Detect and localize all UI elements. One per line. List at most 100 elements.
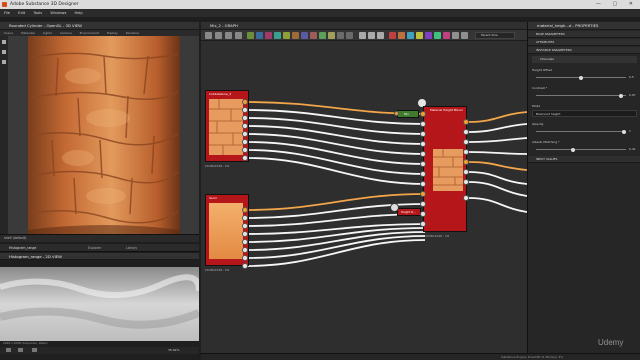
node-cobblestone-title: Cobblestone_3 <box>209 92 232 96</box>
node-sand-output-7[interactable] <box>242 255 248 261</box>
param-contrast-knob[interactable] <box>619 93 624 98</box>
view3d-menu-materials[interactable]: Materials <box>21 31 35 35</box>
param-albedo-slider[interactable] <box>536 147 626 152</box>
node-cobblestone-output-8[interactable] <box>242 155 248 161</box>
display-mode-icon[interactable] <box>6 348 11 352</box>
param-height-offset-value[interactable]: 0.5 <box>629 75 634 79</box>
node-mhb-input-9[interactable] <box>420 191 426 197</box>
node-mhb-input-5[interactable] <box>420 151 426 157</box>
view3d-menu-display[interactable]: Display <box>107 31 118 35</box>
node-mhb-output-4[interactable] <box>463 149 469 155</box>
shelf-tab[interactable]: shelf (default) <box>4 236 26 240</box>
properties-header: material_heigh...d - PROPERTIES <box>528 22 640 30</box>
node-cobblestone-output-5[interactable] <box>242 131 248 137</box>
node-mhb-input-6[interactable] <box>420 161 426 167</box>
blend-texture <box>433 149 463 186</box>
node-mhb-output-1[interactable] <box>463 119 469 125</box>
view3d-menu-lights[interactable]: Lights <box>43 31 52 35</box>
menu-tools[interactable]: Tools <box>33 11 42 15</box>
node-sand-output-3[interactable] <box>242 223 248 229</box>
export-icon[interactable] <box>32 348 37 352</box>
lower-tab-bar: Histogram_range Explorer Library <box>0 244 199 252</box>
section-attributes[interactable]: ATTRIBUTES <box>528 39 640 46</box>
node-sand-output-basecolor[interactable] <box>242 207 248 213</box>
param-mode-value: Balanced height <box>536 112 561 116</box>
window-controls[interactable]: — ▢ ✕ <box>596 0 638 9</box>
cylinder-render <box>28 36 180 242</box>
menu-bar: File Edit Tools Windows Help <box>0 9 640 17</box>
node-sand-output-2[interactable] <box>242 215 248 221</box>
properties-title: material_heigh...d - PROPERTIES <box>537 23 599 28</box>
menu-windows[interactable]: Windows <box>50 11 66 15</box>
param-mode-dropdown[interactable]: Balanced height <box>532 110 637 117</box>
node-sand-output-5[interactable] <box>242 239 248 245</box>
view3d-menu-environment[interactable]: Environment <box>80 31 99 35</box>
node-mix-input[interactable] <box>394 111 399 116</box>
node-cobblestone-output-6[interactable] <box>242 139 248 145</box>
param-albedo-value[interactable]: 0.41 <box>629 147 636 151</box>
channel-icon[interactable] <box>18 348 23 352</box>
node-cobblestone-output-7[interactable] <box>242 147 248 153</box>
node-mhb-input-1[interactable] <box>420 111 426 117</box>
node-sand-output-4[interactable] <box>242 231 248 237</box>
node-mhb-output-8[interactable] <box>463 195 469 201</box>
param-opacity-value[interactable]: 1 <box>629 129 631 133</box>
view3d-viewport[interactable] <box>8 36 199 242</box>
node-cobblestone-output-4[interactable] <box>242 123 248 129</box>
section-base-parameters[interactable]: BASE PARAMETERS <box>528 31 640 38</box>
node-mhb-input-11[interactable] <box>420 211 426 217</box>
node-mix[interactable]: Mix <box>397 110 419 118</box>
zoom-level[interactable]: 35.02% <box>168 348 179 352</box>
node-mhb-input-7[interactable] <box>420 171 426 177</box>
param-contrast-value[interactable]: 0.97 <box>629 93 636 97</box>
param-contrast-slider[interactable] <box>536 93 626 98</box>
light-tool-icon[interactable] <box>2 60 6 64</box>
camera-tool-icon[interactable] <box>2 50 6 54</box>
section-instance-parameters[interactable]: INSTANCE PARAMETERS <box>528 47 640 54</box>
node-mhb-title: Material Height Blend <box>430 108 463 112</box>
param-height-offset-slider[interactable] <box>536 75 626 80</box>
menu-edit[interactable]: Edit <box>18 11 25 15</box>
param-opacity-slider[interactable] <box>536 129 626 134</box>
view2d-panel: Histogram_range - 2D VIEW 2048 x 2048 (G… <box>0 253 202 360</box>
view3d-menu-scene[interactable]: Scene <box>4 31 13 35</box>
section-input-values[interactable]: INPUT VALUES <box>528 156 640 163</box>
menu-file[interactable]: File <box>4 11 10 15</box>
param-height-offset-knob[interactable] <box>579 75 583 80</box>
node-mhb-input-3[interactable] <box>420 131 426 137</box>
node-cobblestone-output-3[interactable] <box>242 115 248 121</box>
param-albedo-knob[interactable] <box>571 147 576 152</box>
tab-explorer[interactable]: Explorer <box>88 246 101 250</box>
view2d-viewport[interactable] <box>0 267 202 341</box>
node-cobblestone-output-2[interactable] <box>242 107 248 113</box>
view3d-menu-camera[interactable]: Camera <box>60 31 72 35</box>
node-height-r[interactable]: Height R... <box>397 208 421 216</box>
tab-library[interactable]: Library <box>126 246 137 250</box>
node-height-r-title: Height R... <box>401 210 416 214</box>
node-mhb-output-6[interactable] <box>463 169 469 175</box>
node-mhb-input-2[interactable] <box>420 121 426 127</box>
node-mhb-output-3[interactable] <box>463 139 469 145</box>
node-material-height-blend[interactable]: Material Height Blend <box>423 106 467 232</box>
node-mhb-input-4[interactable] <box>420 141 426 147</box>
param-opacity-knob[interactable] <box>622 129 626 134</box>
node-mhb-input-8[interactable] <box>420 181 426 187</box>
tab-histogram-range[interactable]: Histogram_range <box>9 246 36 250</box>
param-contrast-label: Contrast * <box>532 86 548 90</box>
view3d-menu-renderer[interactable]: Renderer <box>126 31 140 35</box>
node-mhb-output-2[interactable] <box>463 129 469 135</box>
node-mhb-input-12[interactable] <box>420 221 426 227</box>
node-cobblestone-output-basecolor[interactable] <box>242 99 248 105</box>
select-tool-icon[interactable] <box>2 40 6 44</box>
app-title: Adobe Substance 3D Designer <box>10 2 79 7</box>
node-sand-output-8[interactable] <box>242 263 248 269</box>
node-mhb-output-5[interactable] <box>463 159 469 165</box>
node-mhb-input-10[interactable] <box>420 201 426 207</box>
menu-help[interactable]: Help <box>75 11 83 15</box>
node-mhb-output-7[interactable] <box>463 179 469 185</box>
node-sand-output-6[interactable] <box>242 247 248 253</box>
group-channels[interactable]: Channels <box>532 56 637 63</box>
view3d-panel: Rounded Cylinder - OpenGL - 3D VIEW Scen… <box>0 22 199 242</box>
cursor-move-icon <box>390 203 399 212</box>
view3d-header: Rounded Cylinder - OpenGL - 3D VIEW <box>0 22 199 30</box>
